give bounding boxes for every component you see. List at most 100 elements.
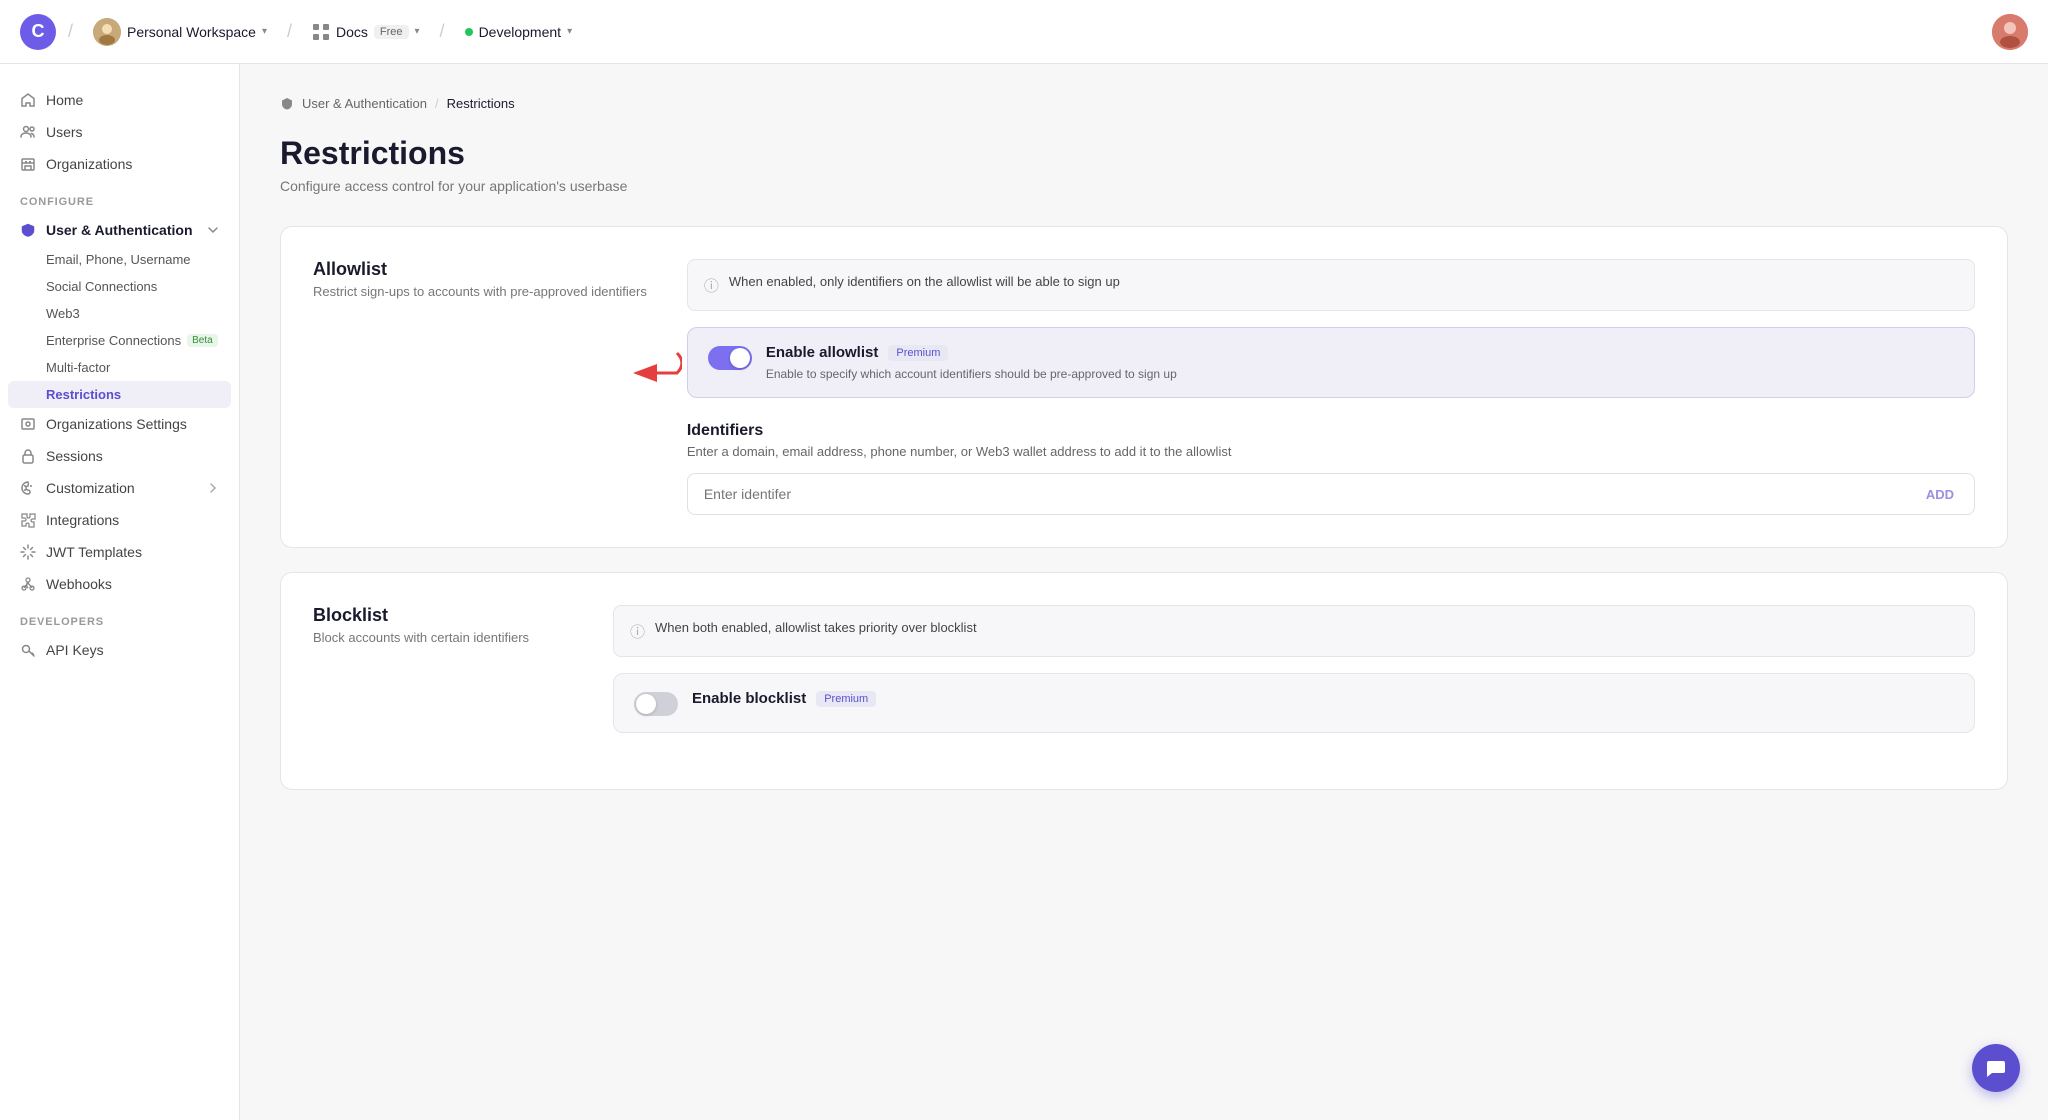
allowlist-premium-badge: Premium: [888, 345, 948, 361]
allowlist-toggle-label: Enable allowlist: [766, 344, 879, 361]
key-icon: [20, 642, 36, 658]
allowlist-title: Allowlist: [313, 259, 647, 280]
workspace-selector[interactable]: Personal Workspace ▾: [85, 14, 275, 50]
chat-fab-button[interactable]: [1972, 1044, 2020, 1092]
page-title: Restrictions: [280, 135, 2008, 172]
palette-icon: [20, 480, 36, 496]
topnav-right: [1992, 14, 2028, 50]
sidebar-sub-mfa[interactable]: Multi-factor: [0, 354, 239, 381]
blocklist-toggle-label: Enable blocklist: [692, 690, 806, 707]
sidebar-label-customization: Customization: [46, 480, 135, 496]
sidebar-item-home[interactable]: Home: [0, 84, 239, 116]
workspace-avatar: [93, 18, 121, 46]
logo[interactable]: C: [20, 14, 56, 50]
nav-separator-2: /: [287, 21, 292, 42]
org-settings-icon: [20, 416, 36, 432]
sidebar-label-jwt: JWT Templates: [46, 544, 142, 560]
blocklist-toggle-knob: [636, 694, 656, 714]
main-content: User & Authentication / Restrictions Res…: [240, 64, 2048, 1120]
sidebar-sub-restrictions[interactable]: Restrictions: [8, 381, 231, 408]
app-name: Docs: [336, 24, 368, 40]
sidebar-label-home: Home: [46, 92, 83, 108]
page-subtitle: Configure access control for your applic…: [280, 178, 2008, 194]
allowlist-toggle-row: Enable allowlist Premium Enable to speci…: [687, 327, 1975, 398]
blocklist-info-box: ⓘ When both enabled, allowlist takes pri…: [613, 605, 1975, 657]
shield-icon: [20, 222, 36, 238]
nav-separator-3: /: [440, 21, 445, 42]
building-icon: [20, 156, 36, 172]
blocklist-info-icon: ⓘ: [630, 621, 645, 642]
sidebar-label-api-keys: API Keys: [46, 642, 104, 658]
user-avatar[interactable]: [1992, 14, 2028, 50]
info-circle-icon: ⓘ: [704, 275, 719, 296]
sidebar-label-organizations: Organizations: [46, 156, 132, 172]
env-caret: ▾: [567, 26, 572, 37]
sidebar-sub-social[interactable]: Social Connections: [0, 273, 239, 300]
workspace-label: Personal Workspace: [127, 24, 256, 40]
workspace-caret: ▾: [262, 26, 267, 37]
identifier-add-button[interactable]: ADD: [1906, 475, 1974, 514]
sidebar-sub-email-phone[interactable]: Email, Phone, Username: [0, 246, 239, 273]
breadcrumb-shield-icon: [280, 97, 294, 111]
sidebar-developers-label: DEVELOPERS: [0, 600, 239, 634]
allowlist-card: Allowlist Restrict sign-ups to accounts …: [280, 226, 2008, 548]
sidebar-item-users[interactable]: Users: [0, 116, 239, 148]
sidebar: Home Users: [0, 64, 240, 1120]
lock-icon: [20, 448, 36, 464]
sidebar-item-integrations[interactable]: Integrations: [0, 504, 239, 536]
app-selector[interactable]: Docs Free ▾: [304, 19, 428, 45]
identifiers-title: Identifiers: [687, 422, 1975, 440]
allowlist-desc: Restrict sign-ups to accounts with pre-a…: [313, 284, 647, 299]
blocklist-toggle-label-row: Enable blocklist Premium: [692, 690, 1954, 707]
allowlist-toggle-desc: Enable to specify which account identifi…: [766, 367, 1177, 381]
blocklist-card: Blocklist Block accounts with certain id…: [280, 572, 2008, 790]
chat-icon: [1985, 1057, 2007, 1079]
sidebar-label-users: Users: [46, 124, 83, 140]
env-selector[interactable]: Development ▾: [457, 20, 581, 44]
sidebar-label-webhooks: Webhooks: [46, 576, 112, 592]
sidebar-sub-web3[interactable]: Web3: [0, 300, 239, 327]
nav-separator-1: /: [68, 21, 73, 42]
env-status-dot: [465, 28, 473, 36]
sidebar-item-sessions[interactable]: Sessions: [0, 440, 239, 472]
toggle-knob: [730, 348, 750, 368]
sidebar-item-api-keys[interactable]: API Keys: [0, 634, 239, 666]
main-layout: Home Users: [0, 64, 2048, 1120]
chevron-down-icon: [207, 224, 219, 236]
topnav: C / Personal Workspace ▾ / Docs Free ▾ /…: [0, 0, 2048, 64]
app-grid-icon: [312, 23, 330, 41]
blocklist-toggle[interactable]: [634, 692, 678, 716]
allowlist-toggle[interactable]: [708, 346, 752, 370]
allowlist-info-box: ⓘ When enabled, only identifiers on the …: [687, 259, 1975, 311]
sidebar-label-integrations: Integrations: [46, 512, 119, 528]
sidebar-user-auth-label: User & Authentication: [46, 222, 193, 238]
identifier-input[interactable]: [688, 474, 1906, 514]
breadcrumb-separator: /: [435, 96, 439, 111]
blocklist-toggle-row: Enable blocklist Premium: [613, 673, 1975, 733]
breadcrumb-parent[interactable]: User & Authentication: [302, 96, 427, 111]
sidebar-label-sessions: Sessions: [46, 448, 103, 464]
sidebar-item-organizations[interactable]: Organizations: [0, 148, 239, 180]
sidebar-item-user-auth[interactable]: User & Authentication: [0, 214, 239, 246]
app-caret: ▾: [415, 26, 420, 37]
sidebar-item-customization[interactable]: Customization: [0, 472, 239, 504]
sidebar-item-jwt[interactable]: JWT Templates: [0, 536, 239, 568]
sidebar-item-org-settings[interactable]: Organizations Settings: [0, 408, 239, 440]
webhook-icon: [20, 576, 36, 592]
home-icon: [20, 92, 36, 108]
sparkle-icon: [20, 544, 36, 560]
sidebar-configure-label: CONFIGURE: [0, 180, 239, 214]
blocklist-toggle-content: Enable blocklist Premium: [692, 690, 1954, 711]
identifier-input-row: ADD: [687, 473, 1975, 515]
breadcrumb: User & Authentication / Restrictions: [280, 96, 2008, 111]
chevron-right-icon: [207, 482, 219, 494]
toggle-label-row: Enable allowlist Premium: [766, 344, 1954, 361]
sidebar-item-webhooks[interactable]: Webhooks: [0, 568, 239, 600]
blocklist-info-text: When both enabled, allowlist takes prior…: [655, 620, 977, 635]
env-label: Development: [479, 24, 562, 40]
blocklist-premium-badge: Premium: [816, 691, 876, 707]
sidebar-sub-enterprise[interactable]: Enterprise Connections Beta: [0, 327, 239, 354]
sidebar-label-org-settings: Organizations Settings: [46, 416, 187, 432]
blocklist-desc: Block accounts with certain identifiers: [313, 630, 573, 645]
allowlist-toggle-container: Enable allowlist Premium Enable to speci…: [687, 327, 1975, 398]
